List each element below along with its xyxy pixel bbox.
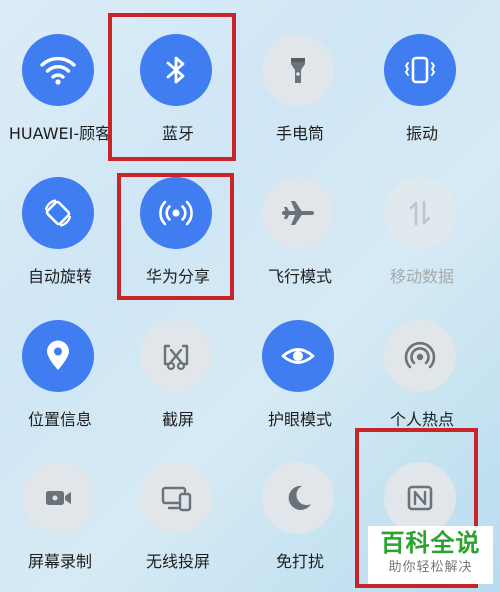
watermark-subtitle: 助你轻松解决: [388, 560, 473, 575]
tile-screen-record[interactable]: 屏幕录制: [0, 462, 120, 592]
tile-label: 个人热点: [389, 410, 454, 429]
tile-label: 移动数据: [389, 267, 454, 286]
tile-auto-rotate[interactable]: 自动旋转: [0, 177, 120, 307]
moon-icon: [288, 485, 311, 510]
eye-comfort-toggle[interactable]: [262, 320, 334, 392]
tile-label: 护眼模式: [267, 410, 332, 429]
highlight-box-bluetooth: [108, 13, 236, 161]
hotspot-toggle[interactable]: [384, 320, 456, 392]
tile-location[interactable]: 位置信息: [0, 320, 120, 450]
flashlight-icon: [291, 58, 305, 83]
tile-airplane-mode[interactable]: 飞行模式: [240, 177, 360, 307]
wireless-projection-icon: [161, 486, 192, 512]
tile-wireless-projection[interactable]: 无线投屏: [118, 462, 238, 592]
tile-label: 位置信息: [27, 410, 92, 429]
eye-icon: [281, 348, 315, 364]
tile-vibrate[interactable]: 振动: [362, 34, 482, 164]
wifi-icon: [40, 56, 76, 85]
location-icon: [47, 340, 69, 370]
flashlight-toggle[interactable]: [262, 34, 334, 106]
highlight-box-huawei-share: [117, 173, 234, 300]
screenshot-icon: [163, 344, 189, 371]
tile-eye-comfort[interactable]: 护眼模式: [240, 320, 360, 450]
wireless-projection-button[interactable]: [140, 462, 212, 534]
mobile-data-toggle[interactable]: [384, 177, 456, 249]
tile-label: 飞行模式: [267, 267, 332, 286]
tile-label: 手电筒: [275, 124, 324, 143]
tile-label: 无线投屏: [145, 552, 210, 571]
tile-label: 自动旋转: [27, 267, 92, 286]
tile-label: HUAWEI-顾客: [8, 124, 112, 143]
tile-label: 振动: [405, 124, 438, 143]
screen-record-button[interactable]: [22, 462, 94, 534]
tile-screenshot[interactable]: 截屏: [118, 320, 238, 450]
auto-rotate-toggle[interactable]: [22, 177, 94, 249]
wifi-toggle[interactable]: [22, 34, 94, 106]
tile-label: 免打扰: [275, 552, 324, 571]
vibrate-toggle[interactable]: [384, 34, 456, 106]
screenshot-button[interactable]: [140, 320, 212, 392]
vibrate-icon: [405, 56, 435, 84]
airplane-icon: [282, 201, 314, 225]
hotspot-icon: [404, 341, 436, 369]
tile-label: 截屏: [161, 410, 194, 429]
mobile-data-icon: [409, 200, 431, 226]
location-toggle[interactable]: [22, 320, 94, 392]
airplane-mode-toggle[interactable]: [262, 177, 334, 249]
watermark-title: 百科全说: [380, 529, 481, 557]
rotate-icon: [44, 199, 72, 227]
tile-wifi[interactable]: HUAWEI-顾客: [0, 34, 120, 164]
tile-label: 屏幕录制: [27, 552, 92, 571]
tile-mobile-data[interactable]: 移动数据: [362, 177, 482, 307]
tile-flashlight[interactable]: 手电筒: [240, 34, 360, 164]
watermark: 百科全说 助你轻松解决: [368, 526, 493, 584]
screen-record-icon: [46, 491, 71, 505]
do-not-disturb-toggle[interactable]: [262, 462, 334, 534]
tile-do-not-disturb[interactable]: 免打扰: [240, 462, 360, 592]
